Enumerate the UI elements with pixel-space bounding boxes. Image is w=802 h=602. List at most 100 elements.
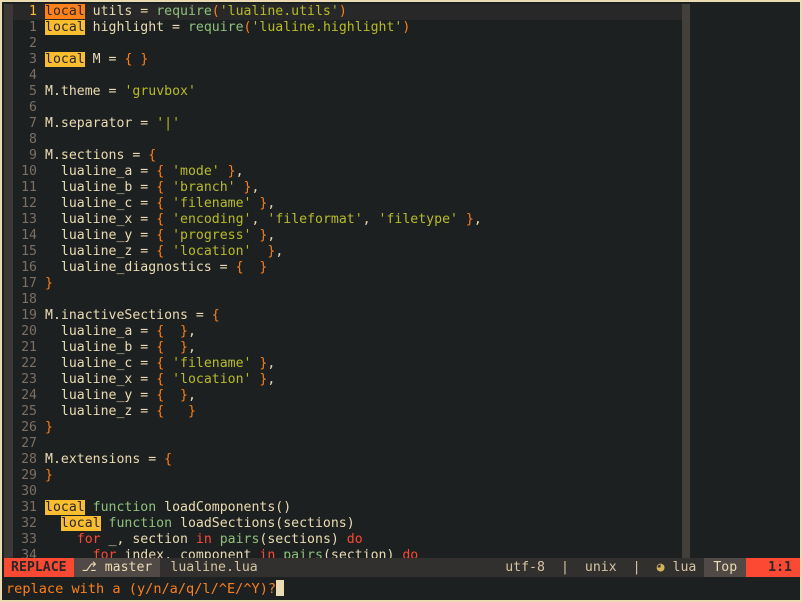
buffer-line[interactable]: 1 local highlight = require('lualine.high… <box>13 20 682 36</box>
buffer-line[interactable]: 13 lualine_x = { 'encoding', 'fileformat… <box>13 212 682 228</box>
line-number: 28 <box>21 452 37 467</box>
buffer-line[interactable]: 28 M.extensions = { <box>13 452 682 468</box>
line-content[interactable]: lualine_y = { }, <box>45 388 682 404</box>
buffer-line[interactable]: 11 lualine_b = { 'branch' }, <box>13 180 682 196</box>
code-token: , <box>362 212 379 227</box>
editor-area[interactable]: 1 local utils = require('lualine.utils') 1… <box>4 4 800 558</box>
line-content[interactable]: local function loadSections(sections) <box>45 516 682 532</box>
buffer-lines[interactable]: 1 local utils = require('lualine.utils') 1… <box>13 4 682 558</box>
buffer-line[interactable]: 30 <box>13 484 682 500</box>
buffer-line[interactable]: 15 lualine_z = { 'location' }, <box>13 244 682 260</box>
buffer-line[interactable]: 7 M.separator = '|' <box>13 116 682 132</box>
line-content[interactable]: M.theme = 'gruvbox' <box>45 84 682 100</box>
buffer-line[interactable]: 20 lualine_a = { }, <box>13 324 682 340</box>
right-window-pane[interactable] <box>690 4 800 558</box>
buffer-line[interactable]: 33 for _, section in pairs(sections) do <box>13 532 682 548</box>
buffer-line[interactable]: 17} <box>13 276 682 292</box>
sign-column <box>4 4 13 558</box>
buffer-line[interactable]: 12 lualine_c = { 'filename' }, <box>13 196 682 212</box>
buffer-line[interactable]: 5 M.theme = 'gruvbox' <box>13 84 682 100</box>
line-content[interactable]: lualine_b = { }, <box>45 340 682 356</box>
line-content[interactable]: local function loadComponents() <box>45 500 682 516</box>
code-token: , <box>267 196 276 211</box>
buffer-line[interactable]: 1 local utils = require('lualine.utils') <box>13 4 682 20</box>
line-content[interactable]: local M = { } <box>45 52 682 68</box>
line-content[interactable]: M.extensions = { <box>45 452 682 468</box>
code-token: local <box>45 500 85 515</box>
line-content[interactable]: local highlight = require('lualine.highl… <box>45 20 682 36</box>
line-content[interactable]: lualine_a = { 'mode' }, <box>45 164 682 180</box>
line-content[interactable]: } <box>45 420 682 436</box>
code-token: '|' <box>156 116 181 131</box>
line-content[interactable]: lualine_a = { }, <box>45 324 682 340</box>
line-content[interactable]: lualine_z = { } <box>45 404 682 420</box>
code-token: , <box>275 244 284 259</box>
line-content[interactable]: lualine_y = { 'progress' }, <box>45 228 682 244</box>
buffer-line[interactable]: 2 <box>13 36 682 52</box>
line-number: 29 <box>21 468 37 483</box>
line-content[interactable]: lualine_z = { 'location' }, <box>45 244 682 260</box>
buffer-line[interactable]: 6 <box>13 100 682 116</box>
statusline-spacer <box>267 558 498 577</box>
line-number: 3 <box>29 52 37 67</box>
buffer-line[interactable]: 10 lualine_a = { 'mode' }, <box>13 164 682 180</box>
line-content[interactable]: lualine_x = { 'encoding', 'fileformat', … <box>45 212 682 228</box>
statusline-progress: Top <box>704 558 747 577</box>
buffer-line[interactable]: 29} <box>13 468 682 484</box>
buffer-line[interactable]: 32 local function loadSections(sections) <box>13 516 682 532</box>
buffer-line[interactable]: 18 <box>13 292 682 308</box>
line-number: 24 <box>21 388 37 403</box>
code-token: { } <box>124 52 149 67</box>
buffer-line[interactable]: 4 <box>13 68 682 84</box>
buffer-line[interactable]: 23 lualine_x = { 'location' }, <box>13 372 682 388</box>
line-content[interactable]: lualine_diagnostics = { } <box>45 260 682 276</box>
buffer-line[interactable]: 21 lualine_b = { }, <box>13 340 682 356</box>
vertical-split-separator[interactable] <box>682 4 690 558</box>
line-content[interactable]: for index, component in pairs(section) d… <box>45 548 682 558</box>
code-token: M <box>84 52 109 67</box>
line-content[interactable]: local utils = require('lualine.utils') <box>45 4 682 20</box>
buffer-line[interactable]: 27 <box>13 436 682 452</box>
line-content[interactable]: for _, section in pairs(sections) do <box>45 532 682 548</box>
code-token: in <box>195 532 212 547</box>
line-content[interactable]: lualine_b = { 'branch' }, <box>45 180 682 196</box>
line-content[interactable]: M.sections = { <box>45 148 682 164</box>
lua-moon-icon: ◕ <box>656 560 665 575</box>
buffer-line[interactable]: 16 lualine_diagnostics = { } <box>13 260 682 276</box>
buffer-line[interactable]: 9 M.sections = { <box>13 148 682 164</box>
code-token: pairs <box>283 548 323 558</box>
buffer-line[interactable]: 22 lualine_c = { 'filename' }, <box>13 356 682 372</box>
line-number: 5 <box>29 84 37 99</box>
buffer-line[interactable]: 26} <box>13 420 682 436</box>
buffer-line[interactable]: 25 lualine_z = { } <box>13 404 682 420</box>
line-content[interactable]: lualine_c = { 'filename' }, <box>45 356 682 372</box>
code-token: } <box>45 468 53 483</box>
line-number: 1 <box>29 4 37 19</box>
statusline-separator-2: | <box>624 558 649 577</box>
neovim-window: 1 local utils = require('lualine.utils') 1… <box>0 0 802 602</box>
line-content[interactable]: M.separator = '|' <box>45 116 682 132</box>
line-content[interactable]: lualine_c = { 'filename' }, <box>45 196 682 212</box>
line-content[interactable]: } <box>45 468 682 484</box>
code-token: (sections) <box>259 532 347 547</box>
line-content[interactable]: lualine_x = { 'location' }, <box>45 372 682 388</box>
code-token: , <box>267 228 276 243</box>
buffer-line[interactable]: 31 local function loadComponents() <box>13 500 682 516</box>
buffer-line[interactable]: 14 lualine_y = { 'progress' }, <box>13 228 682 244</box>
code-token: 'filename' <box>164 196 260 211</box>
line-content[interactable]: M.inactiveSections = { <box>45 308 682 324</box>
code-token: lualine_c <box>45 196 141 211</box>
command-line[interactable]: replace with a (y/n/a/q/l/^E/^Y)? <box>4 577 800 600</box>
buffer-line[interactable]: 19 M.inactiveSections = { <box>13 308 682 324</box>
buffer-line[interactable]: 24 lualine_y = { }, <box>13 388 682 404</box>
line-content[interactable]: } <box>45 276 682 292</box>
buffer-line[interactable]: 8 <box>13 132 682 148</box>
code-token: { } <box>156 324 188 339</box>
buffer-line[interactable]: 3 local M = { } <box>13 52 682 68</box>
line-number: 22 <box>21 356 37 371</box>
code-token: for <box>76 532 101 547</box>
code-token: _, section <box>100 532 196 547</box>
buffer-line[interactable]: 34 for index, component in pairs(section… <box>13 548 682 558</box>
